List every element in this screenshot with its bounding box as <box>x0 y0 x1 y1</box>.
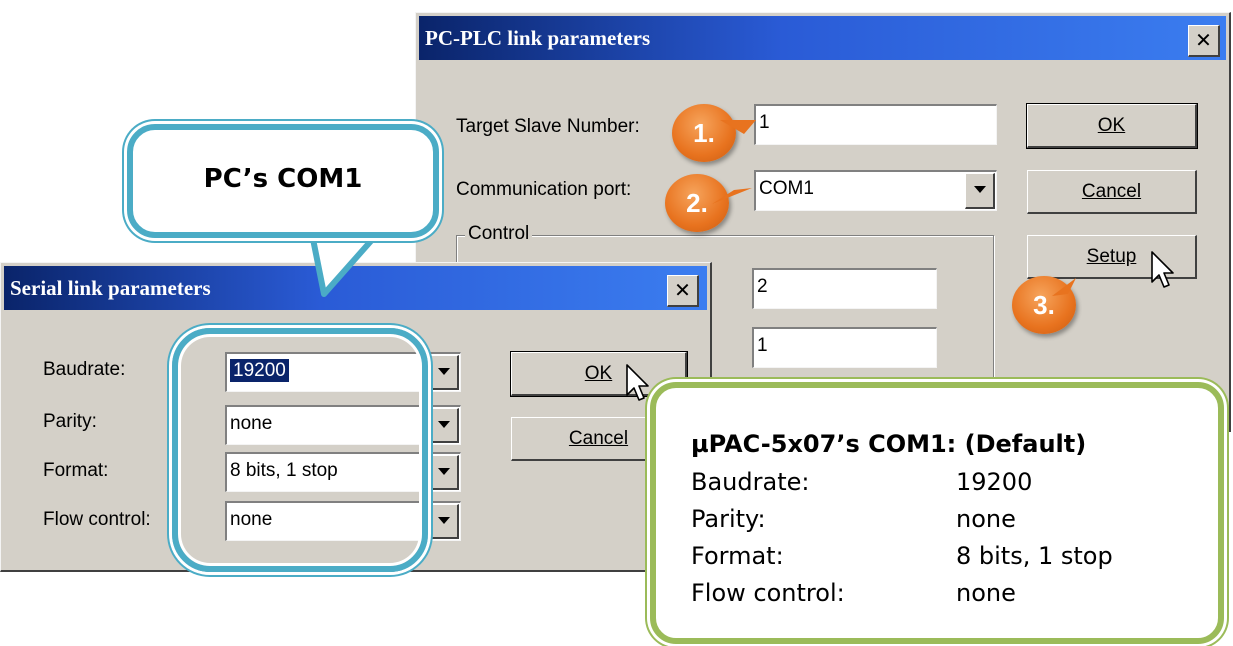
control-value-1: 2 <box>757 276 768 297</box>
mouse-cursor-icon <box>1151 251 1174 288</box>
format-dropdown-icon[interactable] <box>429 455 459 490</box>
plc-cancel-button[interactable]: Cancel <box>1027 170 1197 214</box>
baudrate-dropdown-icon[interactable] <box>429 355 459 390</box>
control-value-2: 1 <box>757 335 768 356</box>
baudrate-label: Baudrate: <box>43 359 126 380</box>
serial-fields-highlight <box>172 328 428 572</box>
callout-info-format-value: 8 bits, 1 stop <box>956 542 1113 570</box>
serial-dialog-close-icon[interactable]: ✕ <box>667 275 699 307</box>
callout-info-parity-value: none <box>956 505 1016 533</box>
control-input-1[interactable]: 2 <box>752 268 937 309</box>
parity-dropdown-icon[interactable] <box>429 408 459 443</box>
control-input-2[interactable]: 1 <box>752 327 937 368</box>
callout-info-baudrate-value: 19200 <box>956 468 1033 496</box>
step-1-arrow <box>720 120 756 134</box>
plc-ok-label: OK <box>1097 115 1126 136</box>
callout-info-flow-label: Flow control: <box>691 579 845 607</box>
plc-dialog-close-icon[interactable]: ✕ <box>1188 25 1220 57</box>
serial-ok-label: OK <box>584 363 613 384</box>
step-3-arrow <box>1052 278 1076 296</box>
callout-info-parity-label: Parity: <box>691 505 766 533</box>
callout-pc-com1: PC’s COM1 <box>127 124 439 238</box>
comm-port-label: Communication port: <box>456 179 632 200</box>
plc-ok-button[interactable]: OK <box>1026 103 1198 149</box>
step-2-arrow <box>712 188 752 204</box>
mouse-cursor-icon <box>626 364 649 401</box>
format-label: Format: <box>43 460 109 481</box>
callout-info-format-label: Format: <box>691 542 784 570</box>
target-slave-input[interactable]: 1 <box>754 104 997 145</box>
control-group-label: Control <box>465 223 533 245</box>
callout-info-baudrate-label: Baudrate: <box>691 468 810 496</box>
target-slave-label: Target Slave Number: <box>456 116 640 137</box>
comm-port-dropdown-icon[interactable] <box>965 173 995 209</box>
callout-upac-defaults: µPAC-5x07’s COM1: (Default) Baudrate: 19… <box>650 382 1224 644</box>
callout-pc-text: PC’s COM1 <box>203 164 363 194</box>
callout-info-flow-value: none <box>956 579 1016 607</box>
flow-control-label: Flow control: <box>43 509 151 530</box>
comm-port-value: COM1 <box>759 178 814 199</box>
serial-dialog-title: Serial link parameters <box>10 276 211 300</box>
serial-cancel-label: Cancel <box>568 428 629 449</box>
comm-port-select[interactable]: COM1 <box>754 170 997 211</box>
plc-dialog-title: PC-PLC link parameters <box>425 26 651 50</box>
plc-cancel-label: Cancel <box>1081 181 1142 202</box>
plc-dialog-titlebar[interactable]: PC-PLC link parameters <box>419 16 1226 60</box>
flow-control-dropdown-icon[interactable] <box>429 504 459 539</box>
target-slave-value: 1 <box>759 112 770 133</box>
parity-label: Parity: <box>43 411 97 432</box>
plc-setup-label: Setup <box>1086 246 1137 267</box>
callout-info-heading: µPAC-5x07’s COM1: (Default) <box>691 430 1087 458</box>
